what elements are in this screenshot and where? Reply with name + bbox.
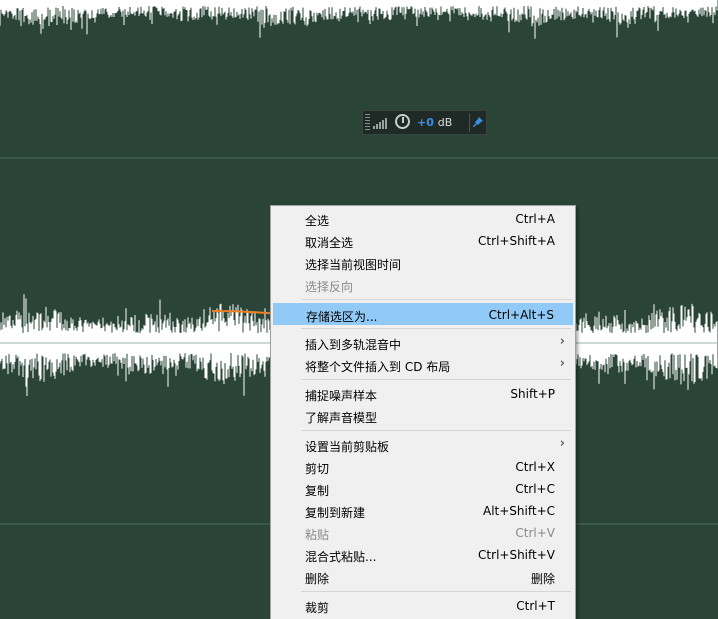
- menu-item-label: 全选: [305, 214, 330, 228]
- submenu-chevron-icon: ›: [559, 334, 565, 349]
- menu-item-label: 删除: [305, 572, 330, 586]
- menu-item-paste[interactable]: 粘贴 Ctrl+V: [273, 522, 573, 544]
- menu-item-label: 存储选区为...: [306, 310, 378, 324]
- menu-item-shortcut: Ctrl+Shift+A: [478, 234, 555, 248]
- pin-button[interactable]: [469, 113, 487, 132]
- menu-item-label: 复制: [305, 484, 330, 498]
- menu-item-label: 选择当前视图时间: [305, 258, 402, 272]
- volume-hud[interactable]: +0 dB: [362, 110, 487, 135]
- menu-item-label: 选择反向: [305, 280, 354, 294]
- menu-item-label: 裁剪: [305, 601, 330, 615]
- menu-separator: [301, 430, 571, 431]
- submenu-chevron-icon: ›: [559, 436, 565, 451]
- menu-item-delete[interactable]: 删除 删除: [273, 566, 573, 588]
- menu-item-insert-into-multitrack[interactable]: 插入到多轨混音中 ›: [273, 332, 573, 354]
- menu-item-capture-noise-print[interactable]: 捕捉噪声样本 Shift+P: [273, 383, 573, 405]
- menu-item-label: 取消全选: [305, 236, 354, 250]
- menu-item-shortcut: Ctrl+Shift+V: [478, 548, 555, 562]
- volume-unit: dB: [437, 116, 453, 129]
- menu-item-label: 将整个文件插入到 CD 布局: [305, 360, 451, 374]
- menu-separator: [301, 379, 571, 380]
- menu-item-label: 了解声音模型: [305, 411, 378, 425]
- menu-item-copy-to-new[interactable]: 复制到新建 Alt+Shift+C: [273, 500, 573, 522]
- menu-item-shortcut: Ctrl+V: [515, 526, 555, 540]
- menu-item-label: 混合式粘贴...: [305, 550, 377, 564]
- menu-item-save-selection-as[interactable]: 存储选区为... Ctrl+Alt+S: [273, 303, 573, 325]
- menu-item-mix-paste[interactable]: 混合式粘贴... Ctrl+Shift+V: [273, 544, 573, 566]
- pin-icon: [473, 117, 483, 127]
- menu-item-shortcut: Alt+Shift+C: [482, 504, 555, 518]
- menu-item-label: 插入到多轨混音中: [305, 338, 402, 352]
- menu-item-select-all[interactable]: 全选 Ctrl+A: [273, 208, 573, 230]
- menu-item-shortcut: Ctrl+C: [515, 482, 555, 496]
- menu-item-shortcut: Shift+P: [510, 387, 555, 401]
- menu-separator: [301, 328, 571, 329]
- menu-item-copy[interactable]: 复制 Ctrl+C: [273, 478, 573, 500]
- volume-readout: +0 dB: [417, 116, 452, 129]
- grip-icon[interactable]: [365, 114, 370, 132]
- menu-item-shortcut: Ctrl+Alt+S: [488, 308, 554, 322]
- waveform-editor[interactable]: +0 dB 全选 Ctrl+A 取消全选 Ctrl+Shift+A 选择当前视图时间 选择…: [0, 0, 718, 619]
- menu-item-select-view-time[interactable]: 选择当前视图时间: [273, 252, 573, 274]
- menu-item-shortcut: 删除: [530, 572, 555, 586]
- menu-item-label: 粘贴: [305, 528, 330, 542]
- volume-knob-icon[interactable]: [395, 114, 410, 129]
- menu-separator: [301, 299, 571, 300]
- menu-item-cut[interactable]: 剪切 Ctrl+X: [273, 456, 573, 478]
- menu-item-shortcut: Ctrl+A: [515, 212, 555, 226]
- menu-item-label: 捕捉噪声样本: [305, 389, 378, 403]
- level-bars-icon: [373, 117, 391, 129]
- menu-item-shortcut: Ctrl+X: [515, 460, 555, 474]
- menu-item-deselect-all[interactable]: 取消全选 Ctrl+Shift+A: [273, 230, 573, 252]
- waveform-channel-top: [0, 0, 718, 39]
- menu-item-label: 剪切: [305, 462, 330, 476]
- submenu-chevron-icon: ›: [559, 356, 565, 371]
- menu-item-shortcut: Ctrl+T: [516, 599, 555, 613]
- menu-item-label: 复制到新建: [305, 506, 366, 520]
- context-menu[interactable]: 全选 Ctrl+A 取消全选 Ctrl+Shift+A 选择当前视图时间 选择反向存储选区…: [270, 205, 576, 619]
- waveform-peaks: [0, 0, 718, 39]
- volume-value: +0: [417, 116, 434, 129]
- menu-item-set-current-clipboard[interactable]: 设置当前剪贴板 ›: [273, 434, 573, 456]
- menu-separator: [301, 591, 571, 592]
- menu-item-crop[interactable]: 裁剪 Ctrl+T: [273, 595, 573, 617]
- menu-item-learn-sound-model[interactable]: 了解声音模型: [273, 405, 573, 427]
- menu-item-label: 设置当前剪贴板: [305, 440, 390, 454]
- menu-item-invert-selection[interactable]: 选择反向: [273, 274, 573, 296]
- menu-item-insert-file-into-cd-layout[interactable]: 将整个文件插入到 CD 布局 ›: [273, 354, 573, 376]
